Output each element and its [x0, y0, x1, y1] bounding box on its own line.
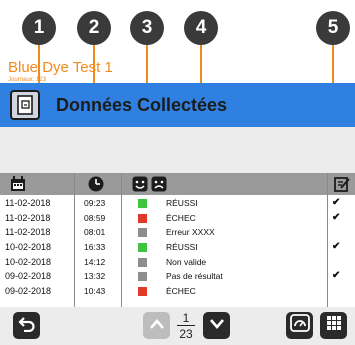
- row-result: Pas de résultat: [166, 271, 223, 282]
- gauge-icon: [289, 314, 310, 337]
- row-result: ÉCHEC: [166, 286, 196, 297]
- clock-icon: [88, 176, 104, 197]
- table-row[interactable]: 11-02-2018 09:23 RÉUSSI ✔: [0, 196, 355, 211]
- page-total: 23: [179, 327, 193, 341]
- status-indicator: [138, 228, 147, 238]
- row-time: 14:12: [84, 256, 106, 267]
- status-indicator: [138, 213, 147, 223]
- row-time: 16:33: [84, 242, 106, 253]
- row-result: RÉUSSI: [166, 242, 198, 253]
- grid-icon: [326, 315, 342, 336]
- table-row[interactable]: 09-02-2018 10:43 ÉCHEC: [0, 284, 355, 299]
- status-indicator: [138, 287, 147, 297]
- journal-count: Journaux: 123: [8, 77, 47, 83]
- row-date: 09-02-2018: [5, 286, 52, 297]
- footer-bar: 1 23: [0, 307, 355, 345]
- callout-3: 3: [130, 11, 164, 45]
- page-fraction-bar: [177, 325, 195, 326]
- table-row[interactable]: 10-02-2018 16:33 RÉUSSI ✔: [0, 240, 355, 255]
- row-date: 09-02-2018: [5, 271, 52, 282]
- callout-4: 4: [184, 11, 218, 45]
- frown-icon: [151, 176, 167, 197]
- check-icon: ✔: [332, 197, 341, 208]
- row-result: ÉCHEC: [166, 212, 196, 223]
- gauge-button[interactable]: [286, 312, 313, 339]
- row-time: 09:23: [84, 198, 106, 208]
- table-row[interactable]: 09-02-2018 13:32 Pas de résultat ✔: [0, 269, 355, 284]
- row-date: 10-02-2018: [5, 256, 52, 267]
- check-icon: ✔: [332, 270, 341, 282]
- edit-icon[interactable]: [334, 176, 350, 197]
- table-row[interactable]: 11-02-2018 08:59 ÉCHEC ✔: [0, 211, 355, 226]
- row-time: 08:59: [84, 212, 106, 223]
- check-icon: ✔: [332, 211, 341, 223]
- callout-2: 2: [77, 11, 111, 45]
- row-time: 13:32: [84, 271, 106, 282]
- status-indicator: [138, 243, 147, 253]
- page-down-button[interactable]: [203, 312, 230, 339]
- table-row[interactable]: 10-02-2018 14:12 Non valide: [0, 255, 355, 270]
- stage: 1 2 3 4 5 Données Collectées 11-02-2018 …: [0, 0, 355, 345]
- subheader: [0, 127, 355, 173]
- page-title: Données Collectées: [56, 95, 228, 115]
- page-up-button[interactable]: [143, 312, 170, 339]
- data-table: 11-02-2018 09:23 RÉUSSI ✔ 11-02-2018 08:59 ÉCH…: [0, 196, 355, 299]
- callout-5: 5: [316, 11, 350, 45]
- device-screen: Données Collectées 11-02-2018 09:23 RÉUS…: [0, 83, 355, 345]
- table-row[interactable]: 11-02-2018 08:01 Erreur XXXX: [0, 225, 355, 240]
- header-bar: Données Collectées: [0, 83, 355, 127]
- grid-menu-button[interactable]: [320, 312, 347, 339]
- back-button[interactable]: [13, 312, 40, 339]
- row-result: RÉUSSI: [166, 198, 198, 208]
- chevron-up-icon: [149, 317, 165, 335]
- chevron-down-icon: [209, 317, 225, 335]
- callout-1: 1: [22, 11, 56, 45]
- calendar-icon: [10, 176, 26, 197]
- row-time: 10:43: [84, 286, 106, 297]
- row-time: 08:01: [84, 227, 106, 238]
- row-date: 11-02-2018: [5, 227, 51, 238]
- document-icon: [10, 90, 40, 120]
- column-header-bar: [0, 173, 355, 195]
- back-arrow-icon: [17, 314, 36, 337]
- page-current: 1: [182, 311, 190, 325]
- row-result: Non valide: [166, 256, 207, 267]
- smile-icon: [132, 176, 148, 197]
- test-name: Blue Dye Test 1: [8, 59, 113, 76]
- row-result: Erreur XXXX: [166, 227, 215, 238]
- status-indicator: [138, 272, 147, 282]
- status-indicator: [138, 199, 147, 208]
- row-date: 11-02-2018: [5, 212, 51, 223]
- check-icon: ✔: [332, 241, 341, 253]
- status-indicator: [138, 257, 147, 267]
- row-date: 11-02-2018: [5, 198, 51, 208]
- row-date: 10-02-2018: [5, 242, 52, 253]
